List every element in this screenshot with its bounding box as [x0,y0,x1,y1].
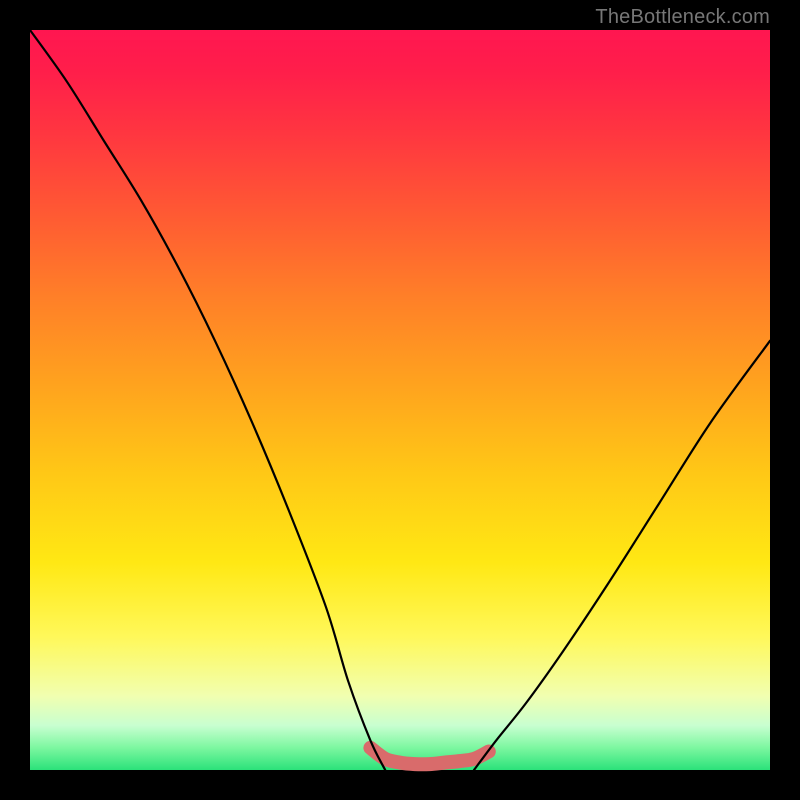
left-curve [30,30,385,770]
chart-frame: TheBottleneck.com [0,0,800,800]
right-curve [474,341,770,770]
watermark-label: TheBottleneck.com [595,6,770,29]
valley-band [370,748,488,764]
chart-svg [30,30,770,770]
